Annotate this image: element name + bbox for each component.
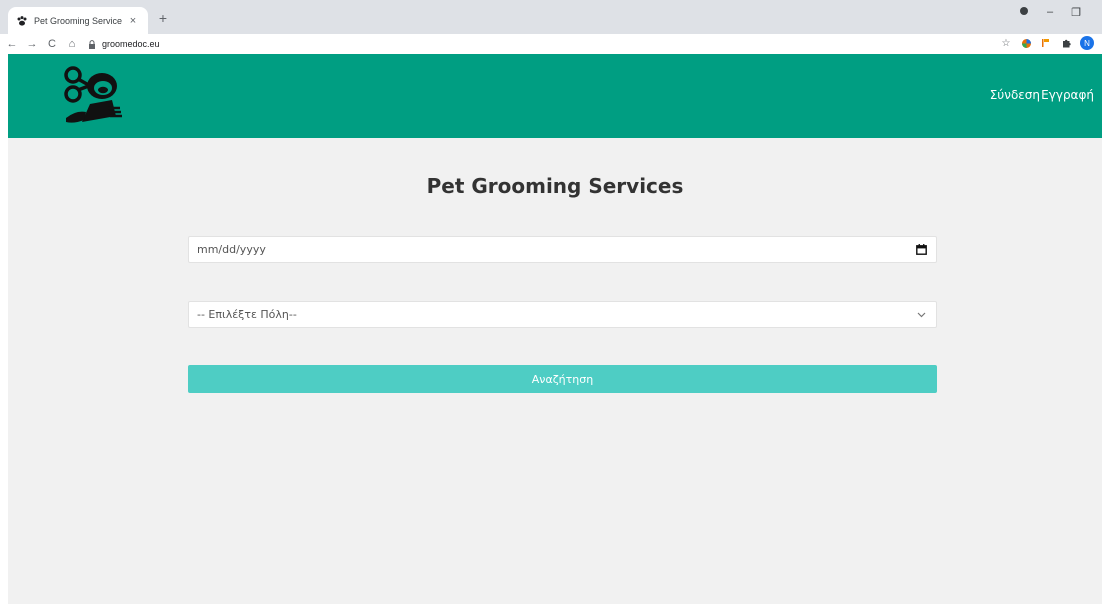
chevron-down-icon [914,308,928,322]
browser-tabstrip: Pet Grooming Service × + – ❐ [0,0,1102,34]
extension-color-icon[interactable] [1020,37,1032,49]
date-input[interactable]: mm/dd/yyyy [188,236,937,263]
date-placeholder: mm/dd/yyyy [197,243,266,256]
tab-title: Pet Grooming Service [34,15,123,26]
search-button[interactable]: Αναζήτηση [188,365,937,393]
register-link[interactable]: Εγγραφή [1041,88,1094,102]
site-header: Σύνδεση Εγγραφή [8,54,1102,138]
back-button[interactable]: ← [4,38,20,50]
home-button[interactable]: ⌂ [64,38,80,50]
city-select-value: -- Επιλέξτε Πόλη-- [197,308,297,321]
puzzle-icon[interactable] [1060,37,1072,49]
page-title: Pet Grooming Services [426,174,684,198]
lock-icon [88,39,96,49]
logo-icon[interactable] [60,64,126,128]
star-icon[interactable]: ☆ [1000,37,1012,49]
new-tab-button[interactable]: + [154,9,172,27]
profile-avatar[interactable]: N [1080,36,1094,50]
extensions-area: ☆ N [1000,36,1094,50]
minimize-button[interactable]: – [1042,6,1058,18]
calendar-icon[interactable] [914,243,928,257]
forward-button[interactable]: → [24,38,40,50]
reload-button[interactable]: C [44,38,60,50]
maximize-button[interactable]: ❐ [1068,6,1084,19]
extension-flag-icon[interactable] [1040,37,1052,49]
profile-circle-icon[interactable] [1016,6,1032,19]
tab-close-button[interactable]: × [126,15,140,27]
city-select[interactable]: -- Επιλέξτε Πόλη-- [188,301,937,328]
browser-toolbar: ← → C ⌂ groomedoc.eu ☆ N [0,34,1102,54]
login-link[interactable]: Σύνδεση [990,88,1040,102]
paw-icon [16,15,28,27]
address-bar[interactable]: groomedoc.eu [88,39,160,49]
url-text: groomedoc.eu [102,39,160,49]
browser-tab[interactable]: Pet Grooming Service × [8,7,148,34]
page: Σύνδεση Εγγραφή Pet Grooming Services mm… [8,54,1102,604]
